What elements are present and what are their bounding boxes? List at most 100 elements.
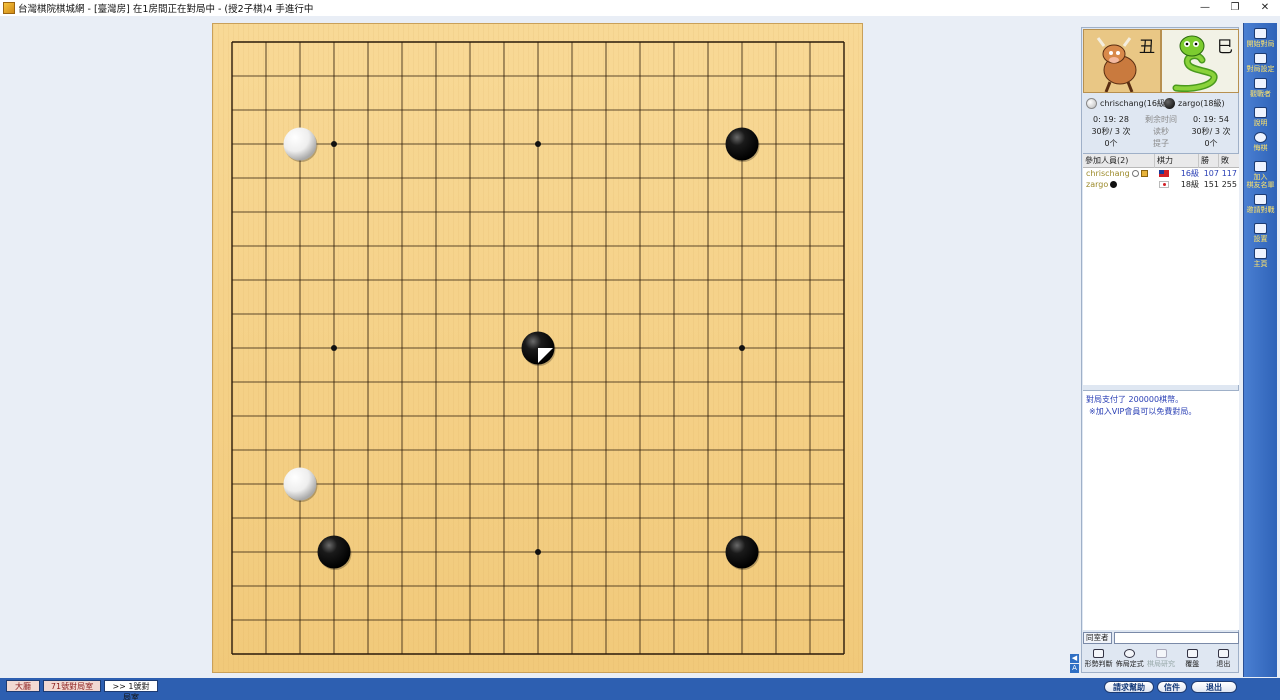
go-board[interactable] xyxy=(212,23,863,673)
tab-room-1[interactable]: >> 1號對局室 xyxy=(104,680,158,700)
table-row[interactable]: chrischang 16級 107 117 xyxy=(1083,168,1239,179)
participant-losses: 117 xyxy=(1221,169,1237,178)
restore-icon[interactable]: ❐ xyxy=(1220,0,1250,16)
request-help-button[interactable]: 請求幫助 xyxy=(1104,681,1154,693)
observer-icon xyxy=(1254,78,1267,89)
participant-losses: 255 xyxy=(1221,180,1237,189)
captures-label: 提子 xyxy=(1153,138,1169,148)
zodiac-ox-label: 丑 xyxy=(1138,37,1155,56)
undo-button[interactable]: 悔棋 xyxy=(1244,132,1277,152)
black-captures: 0个 xyxy=(1204,138,1218,148)
position-judgement-button[interactable]: 形勢判斷 xyxy=(1083,647,1114,672)
tab-room-71[interactable]: 71號對局室 xyxy=(43,680,101,692)
participant-wins: 151 xyxy=(1203,180,1219,189)
panel-arrows: ◀ A xyxy=(1070,654,1080,674)
observers-button[interactable]: 觀戰者 xyxy=(1244,78,1277,98)
title-bar: 台灣棋院棋城網 - [臺灣房] 在1房間正在對局中 - (授2子棋)4 手進行中… xyxy=(0,0,1280,16)
white-stone xyxy=(283,127,317,161)
zodiac-snake-label: 巳 xyxy=(1216,37,1233,56)
white-stone-icon xyxy=(1131,170,1139,177)
avatar-white-player: 丑 xyxy=(1083,29,1161,93)
black-stone-icon xyxy=(1164,97,1175,109)
add-friend-button[interactable]: 加入 棋友名單 xyxy=(1244,161,1277,189)
tools-icon xyxy=(1254,223,1267,234)
home-icon xyxy=(1254,248,1267,259)
star-point xyxy=(535,549,541,555)
white-player-name: chrischang(16級 xyxy=(1100,98,1165,108)
white-stone-icon xyxy=(1086,97,1097,109)
bottom-bar: 大廳 71號對局室 >> 1號對局室 請求幫助 信件 退出 xyxy=(0,678,1280,700)
header-losses[interactable]: 敗 xyxy=(1219,154,1239,168)
black-player: zargo(18級) xyxy=(1161,97,1239,109)
dice-icon xyxy=(1254,28,1267,39)
player-avatars: 丑 巳 xyxy=(1083,29,1239,93)
header-rank[interactable]: 棋力 xyxy=(1155,153,1199,168)
chat-log: 對局支付了 200000棋幣。 ※加入VIP會員可以免費對局。 xyxy=(1083,390,1239,630)
home-button[interactable]: 主頁 xyxy=(1244,248,1277,268)
header-participants[interactable]: 參加人員(2) xyxy=(1083,153,1155,168)
header-wins[interactable]: 勝 xyxy=(1199,153,1219,168)
time-label: 剩余时间 xyxy=(1145,114,1177,124)
player-names: chrischang(16級 zargo(18級) xyxy=(1083,96,1239,110)
chat-target-select[interactable]: 同室者 xyxy=(1083,632,1112,644)
white-player: chrischang(16級 xyxy=(1083,97,1165,109)
chat-input-row: 同室者 xyxy=(1083,632,1239,644)
chat-line: ※加入VIP會員可以免費對局。 xyxy=(1089,407,1197,416)
invite-icon xyxy=(1254,194,1267,205)
game-tools: 形勢判斷 佈局定式 棋局研究 覆盤 退出 xyxy=(1083,647,1239,672)
setup-button[interactable]: 設置 xyxy=(1244,223,1277,243)
collapse-arrow-icon[interactable]: ◀ xyxy=(1070,654,1079,663)
japan-flag-icon xyxy=(1159,181,1169,188)
go-board-grid[interactable] xyxy=(213,24,864,674)
joseki-icon xyxy=(1124,649,1136,658)
black-stone xyxy=(317,535,351,569)
chat-input[interactable] xyxy=(1113,632,1239,644)
research-icon xyxy=(1155,649,1167,658)
white-stone xyxy=(283,467,317,501)
black-player-name: zargo(18級) xyxy=(1178,98,1225,108)
invite-game-button[interactable]: 邀請對戰 xyxy=(1244,194,1277,214)
font-size-icon[interactable]: A xyxy=(1070,664,1079,673)
black-stone xyxy=(725,127,759,161)
star-point xyxy=(331,345,337,351)
white-captures: 0个 xyxy=(1104,138,1118,148)
participant-rank: 16級 xyxy=(1180,169,1199,178)
start-game-button[interactable]: 開始對局 xyxy=(1244,28,1277,48)
undo-icon xyxy=(1254,132,1267,143)
help-button[interactable]: 說明 xyxy=(1244,107,1277,127)
black-time: 0: 19: 54 xyxy=(1193,114,1229,124)
close-icon[interactable]: ✕ xyxy=(1250,0,1280,16)
game-settings-button[interactable]: 對局設定 xyxy=(1244,53,1277,73)
joseki-button[interactable]: 佈局定式 xyxy=(1114,647,1145,672)
mail-button[interactable]: 信件 xyxy=(1157,681,1187,693)
exit-button[interactable]: 退出 xyxy=(1191,681,1237,693)
app-icon xyxy=(3,2,15,14)
participant-wins: 107 xyxy=(1203,169,1219,178)
participant-header: 參加人員(2) 棋力 勝 敗 xyxy=(1083,153,1239,168)
participant-name: zargo xyxy=(1086,180,1109,189)
exit-icon xyxy=(1217,649,1229,658)
add-friend-icon xyxy=(1254,161,1267,172)
game-research-button[interactable]: 棋局研究 xyxy=(1145,647,1176,672)
minimize-icon[interactable]: — xyxy=(1190,0,1220,16)
review-button[interactable]: 覆盤 xyxy=(1177,647,1208,672)
participant-list: 參加人員(2) 棋力 勝 敗 chrischang 16級 107 117 za… xyxy=(1083,153,1239,385)
star-point xyxy=(331,141,337,147)
badge-icon xyxy=(1140,170,1148,177)
tab-lobby[interactable]: 大廳 xyxy=(6,680,40,692)
taiwan-flag-icon xyxy=(1159,170,1169,177)
game-info-panel: 丑 巳 chrischang(16級 zargo(18級) 0: 19: 28 … xyxy=(1081,27,1239,673)
black-stone-icon xyxy=(1110,181,1118,188)
chat-line: 對局支付了 200000棋幣。 xyxy=(1086,395,1184,404)
black-stone xyxy=(725,535,759,569)
tool-exit-button[interactable]: 退出 xyxy=(1208,647,1239,672)
participant-rank: 18級 xyxy=(1180,180,1199,189)
game-clock: 0: 19: 28 剩余时间 0: 19: 54 30秒/ 3 次 读秒 30秒… xyxy=(1083,113,1239,149)
table-row[interactable]: zargo 18級 151 255 xyxy=(1083,179,1239,190)
window-title: 台灣棋院棋城網 - [臺灣房] 在1房間正在對局中 - (授2子棋)4 手進行中 xyxy=(18,4,314,15)
white-time: 0: 19: 28 xyxy=(1093,114,1129,124)
avatar-black-player: 巳 xyxy=(1161,29,1239,93)
white-byoyomi: 30秒/ 3 次 xyxy=(1091,126,1131,136)
participant-name: chrischang xyxy=(1086,169,1130,178)
board-icon xyxy=(1093,649,1105,658)
